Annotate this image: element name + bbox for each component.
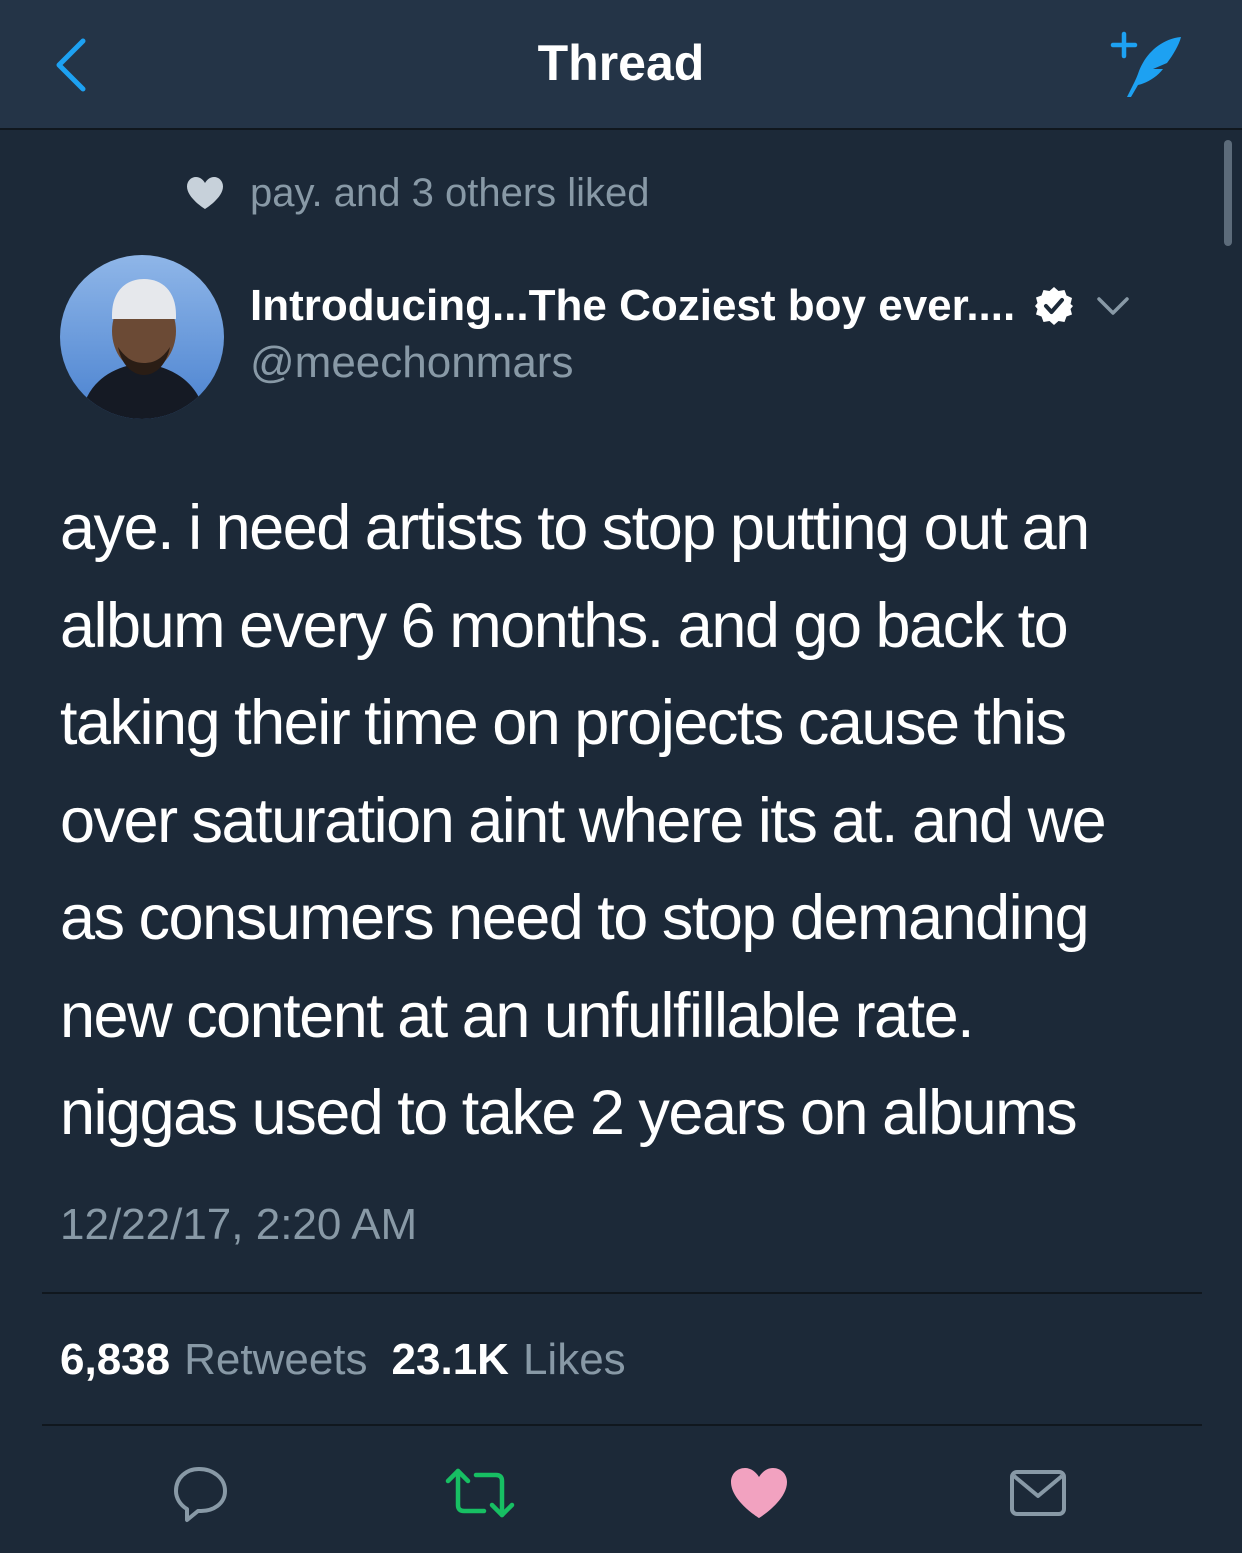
tweet-text-line: niggas used to take 2 years on albums bbox=[60, 1078, 1078, 1148]
tweet-text-line: over saturation aint where its at. and w… bbox=[60, 785, 1107, 856]
reply-icon bbox=[173, 1466, 227, 1522]
divider bbox=[42, 1292, 1202, 1294]
tweet-text-line: album every 6 months. and go back to bbox=[60, 590, 1069, 661]
envelope-icon bbox=[1009, 1469, 1066, 1516]
page-title: Thread bbox=[537, 35, 705, 91]
tweet-text-line: new content at an unfulfillable rate. bbox=[60, 980, 975, 1051]
avatar[interactable] bbox=[60, 255, 224, 419]
heart-icon bbox=[186, 174, 224, 212]
author-name-row: Introducing...The Coziest boy ever.... bbox=[250, 276, 1200, 336]
retweet-button[interactable] bbox=[442, 1455, 517, 1530]
author-handle[interactable]: @meechonmars bbox=[250, 338, 573, 388]
retweet-icon bbox=[445, 1468, 514, 1517]
reply-button[interactable] bbox=[163, 1455, 238, 1530]
tweet-text: aye. i need artists to stop putting out … bbox=[60, 480, 1190, 1163]
likes-count[interactable]: 23.1K bbox=[392, 1335, 509, 1385]
chevron-down-icon[interactable] bbox=[1093, 286, 1133, 326]
retweets-count[interactable]: 6,838 bbox=[60, 1335, 170, 1385]
retweets-label[interactable]: Retweets bbox=[184, 1335, 367, 1385]
direct-message-button[interactable] bbox=[1000, 1455, 1075, 1530]
like-button[interactable] bbox=[721, 1455, 796, 1530]
verified-badge-icon bbox=[1033, 285, 1075, 327]
tweet-text-line: aye. i need artists to stop putting out … bbox=[60, 493, 1090, 563]
likes-label[interactable]: Likes bbox=[523, 1335, 626, 1385]
tweet-action-bar bbox=[0, 1455, 1242, 1530]
author-name[interactable]: Introducing...The Coziest boy ever.... bbox=[250, 281, 1015, 331]
social-context: pay. and 3 others liked bbox=[186, 168, 650, 218]
tweet-text-line: as consumers need to stop demanding bbox=[60, 883, 1090, 953]
compose-tweet-button[interactable] bbox=[1100, 26, 1190, 106]
tweet-text-line: taking their time on projects cause this bbox=[60, 688, 1067, 758]
divider bbox=[42, 1424, 1202, 1426]
tweet-timestamp: 12/22/17, 2:20 AM bbox=[60, 1200, 418, 1249]
scrollbar[interactable] bbox=[1224, 140, 1232, 246]
compose-tweet-icon bbox=[1110, 31, 1181, 97]
heart-icon bbox=[730, 1467, 787, 1518]
social-context-text: pay. and 3 others liked bbox=[250, 170, 650, 215]
tweet-stats: 6,838 Retweets 23.1K Likes bbox=[60, 1330, 626, 1390]
navigation-bar: Thread bbox=[0, 0, 1242, 130]
